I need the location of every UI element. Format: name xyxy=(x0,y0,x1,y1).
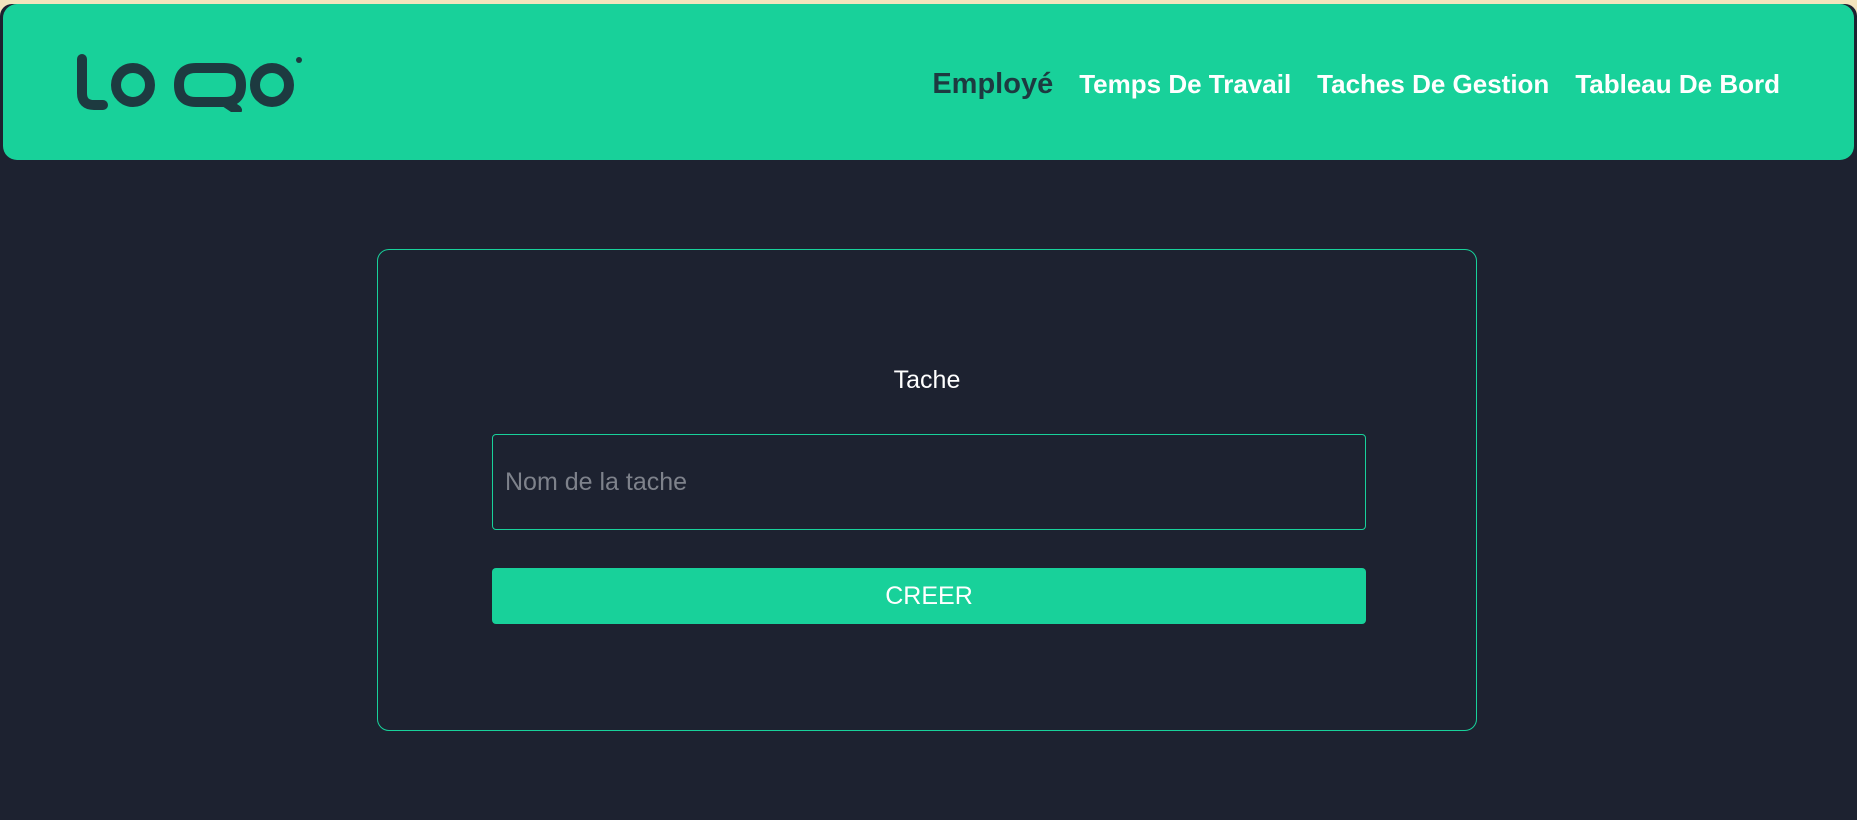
nav-item-temps-de-travail[interactable]: Temps De Travail xyxy=(1079,69,1291,100)
nav-item-taches-de-gestion[interactable]: Taches De Gestion xyxy=(1317,69,1549,100)
main-nav: Employé Temps De Travail Taches De Gesti… xyxy=(932,4,1780,160)
nav-item-tableau-de-bord[interactable]: Tableau De Bord xyxy=(1575,69,1780,100)
task-form-card: Tache CREER xyxy=(377,249,1477,731)
create-button[interactable]: CREER xyxy=(492,568,1366,624)
task-name-input[interactable] xyxy=(492,434,1366,530)
top-navbar: Employé Temps De Travail Taches De Gesti… xyxy=(3,4,1854,160)
brand-logo[interactable] xyxy=(77,54,303,112)
app-window: Employé Temps De Travail Taches De Gesti… xyxy=(0,4,1857,820)
nav-item-employe[interactable]: Employé xyxy=(932,68,1053,101)
form-title: Tache xyxy=(893,366,961,394)
